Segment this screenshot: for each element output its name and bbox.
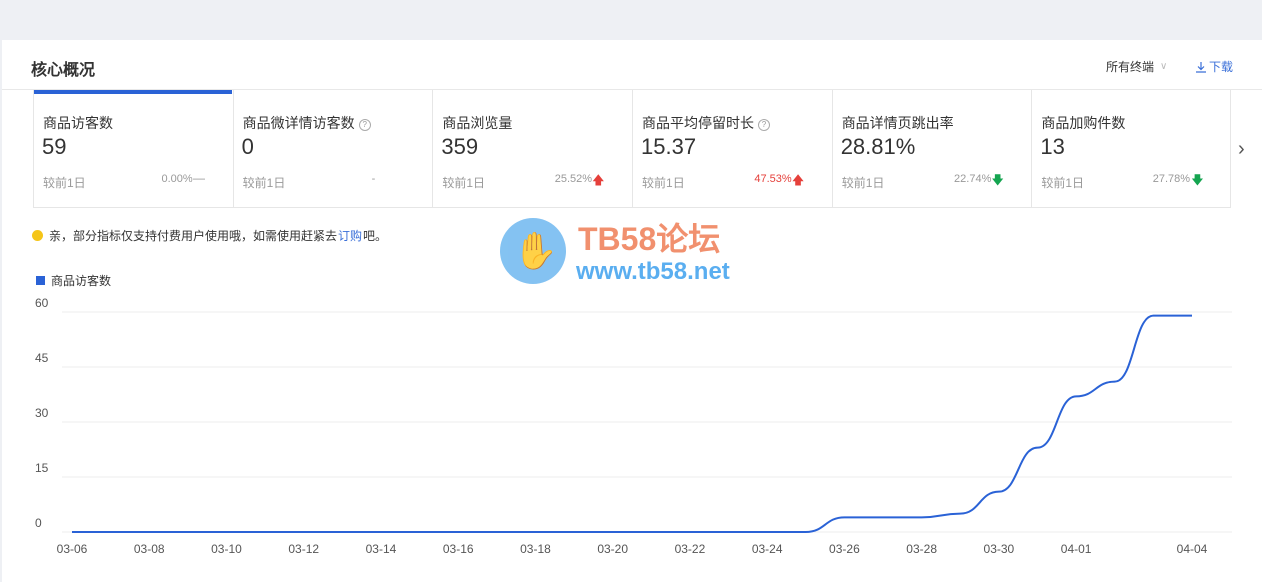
visitors-line-chart: 0 15 30 45 60 03-06 03-08 03-10 03-12 03-14 03-16 0… bbox=[35, 296, 1232, 556]
metric-label: 商品访客数 bbox=[43, 115, 113, 131]
compare-percent: 0.00% bbox=[161, 173, 193, 185]
x-tick-label: 03-14 bbox=[366, 542, 397, 556]
metric-card[interactable]: 商品浏览量 359 较前1日 25.52% 🡅 bbox=[433, 90, 634, 207]
subscribe-link[interactable]: 订购 bbox=[338, 227, 362, 244]
hand-icon: ✋ bbox=[513, 230, 558, 271]
metric-value: 359 bbox=[441, 134, 479, 159]
arrow-down-icon: 🡇 bbox=[991, 173, 1004, 187]
compare-label: 较前1日 bbox=[442, 176, 486, 190]
arrow-up-icon: 🡅 bbox=[791, 173, 805, 187]
chevron-down-icon: ∨ bbox=[1160, 61, 1168, 72]
compare-percent: 25.52% bbox=[554, 173, 593, 185]
watermark: ✋ TB58论坛 www.tb58.net bbox=[500, 214, 762, 285]
x-tick-label: 03-28 bbox=[906, 542, 937, 556]
metric-value: 13 bbox=[1040, 134, 1065, 159]
y-tick-label: 60 bbox=[35, 296, 49, 310]
compare-label: 较前1日 bbox=[43, 176, 86, 190]
metric-value: 59 bbox=[42, 134, 67, 159]
x-tick-label: 03-22 bbox=[675, 542, 706, 556]
compare-label: 较前1日 bbox=[642, 176, 685, 190]
x-tick-label: 03-06 bbox=[57, 542, 88, 556]
metric-cards: 商品访客数 59 较前1日 0.00% — 商品微详情访客数? 0 较前1日 - 商品浏览量 359… bbox=[33, 90, 1231, 208]
notice-text-end: 吧。 bbox=[363, 229, 388, 243]
download-icon bbox=[1196, 61, 1206, 73]
metric-label: 商品平均停留时长? bbox=[642, 113, 771, 133]
metric-card[interactable]: 商品微详情访客数? 0 较前1日 - bbox=[234, 90, 434, 207]
y-tick-label: 15 bbox=[35, 461, 49, 475]
compare-percent: 22.74% bbox=[954, 173, 992, 185]
help-icon[interactable]: ? bbox=[758, 119, 771, 131]
x-tick-label: 03-30 bbox=[984, 542, 1015, 556]
x-tick-label: 03-16 bbox=[443, 542, 474, 556]
x-tick-label: 03-26 bbox=[829, 542, 860, 556]
panel-header: 核心概况 所有终端 ∨ 下载 bbox=[2, 40, 1262, 90]
notice-text: 亲，部分指标仅支持付费用户使用哦，如需使用赶紧去 bbox=[49, 229, 338, 243]
x-tick-label: 03-20 bbox=[597, 542, 628, 556]
y-tick-label: 45 bbox=[35, 351, 49, 365]
metric-value: 15.37 bbox=[641, 134, 697, 159]
metric-label: 商品加购件数 bbox=[1041, 115, 1126, 131]
watermark-title: TB58论坛 bbox=[578, 221, 721, 257]
metric-card[interactable]: 商品平均停留时长? 15.37 较前1日 47.53% 🡅 bbox=[633, 90, 833, 207]
compare-label: 较前1日 bbox=[1041, 176, 1085, 190]
terminal-select[interactable]: 所有终端 ∨ bbox=[1106, 58, 1167, 75]
core-overview-panel: 核心概况 所有终端 ∨ 下载 商品访客数 59 较前1日 0.00% — 商品微详情访客数… bbox=[2, 40, 1262, 582]
x-tick-label: 03-08 bbox=[134, 542, 165, 556]
metric-label: 商品详情页跳出率 bbox=[841, 115, 954, 131]
watermark-logo-icon: ✋ bbox=[500, 218, 566, 284]
compare-label: 较前1日 bbox=[242, 176, 286, 190]
metric-value: 28.81% bbox=[840, 134, 916, 159]
next-arrow-icon[interactable]: › bbox=[1238, 138, 1245, 161]
arrow-down-icon: 🡇 bbox=[1191, 173, 1204, 187]
warning-dot-icon bbox=[32, 230, 43, 241]
notice-bar: 亲，部分指标仅支持付费用户使用哦，如需使用赶紧去 订购 吧。 bbox=[32, 227, 387, 244]
watermark-url: www.tb58.net bbox=[576, 258, 730, 285]
x-tick-label: 03-18 bbox=[520, 542, 551, 556]
terminal-select-label: 所有终端 bbox=[1106, 60, 1155, 74]
metric-card[interactable]: 商品加购件数 13 较前1日 27.78% 🡇 bbox=[1032, 90, 1230, 207]
y-tick-label: 0 bbox=[35, 516, 42, 530]
metric-label: 商品微详情访客数? bbox=[243, 113, 371, 133]
compare-percent: 27.78% bbox=[1152, 173, 1191, 185]
download-label: 下载 bbox=[1209, 60, 1234, 74]
metric-value: 0 bbox=[241, 134, 254, 159]
help-icon[interactable]: ? bbox=[358, 119, 371, 131]
flat-dash-icon: — bbox=[193, 171, 205, 185]
compare-label: 较前1日 bbox=[841, 176, 885, 190]
x-tick-label: 04-01 bbox=[1061, 542, 1092, 556]
x-tick-label: 03-24 bbox=[752, 542, 783, 556]
series-line bbox=[72, 314, 1192, 533]
compare-percent: 47.53% bbox=[754, 173, 792, 185]
x-tick-label: 04-04 bbox=[1177, 542, 1208, 556]
metric-card[interactable]: 商品访客数 59 较前1日 0.00% — bbox=[34, 90, 234, 207]
x-tick-label: 03-10 bbox=[211, 542, 242, 556]
metric-card[interactable]: 商品详情页跳出率 28.81% 较前1日 22.74% 🡇 bbox=[833, 90, 1033, 207]
arrow-up-icon: 🡅 bbox=[592, 173, 605, 187]
y-tick-label: 30 bbox=[35, 406, 49, 420]
download-button[interactable]: 下载 bbox=[1195, 58, 1233, 75]
compare-percent: - bbox=[371, 173, 376, 185]
page-title: 核心概况 bbox=[31, 62, 96, 79]
metric-label: 商品浏览量 bbox=[442, 115, 513, 131]
x-tick-label: 03-12 bbox=[288, 542, 319, 556]
